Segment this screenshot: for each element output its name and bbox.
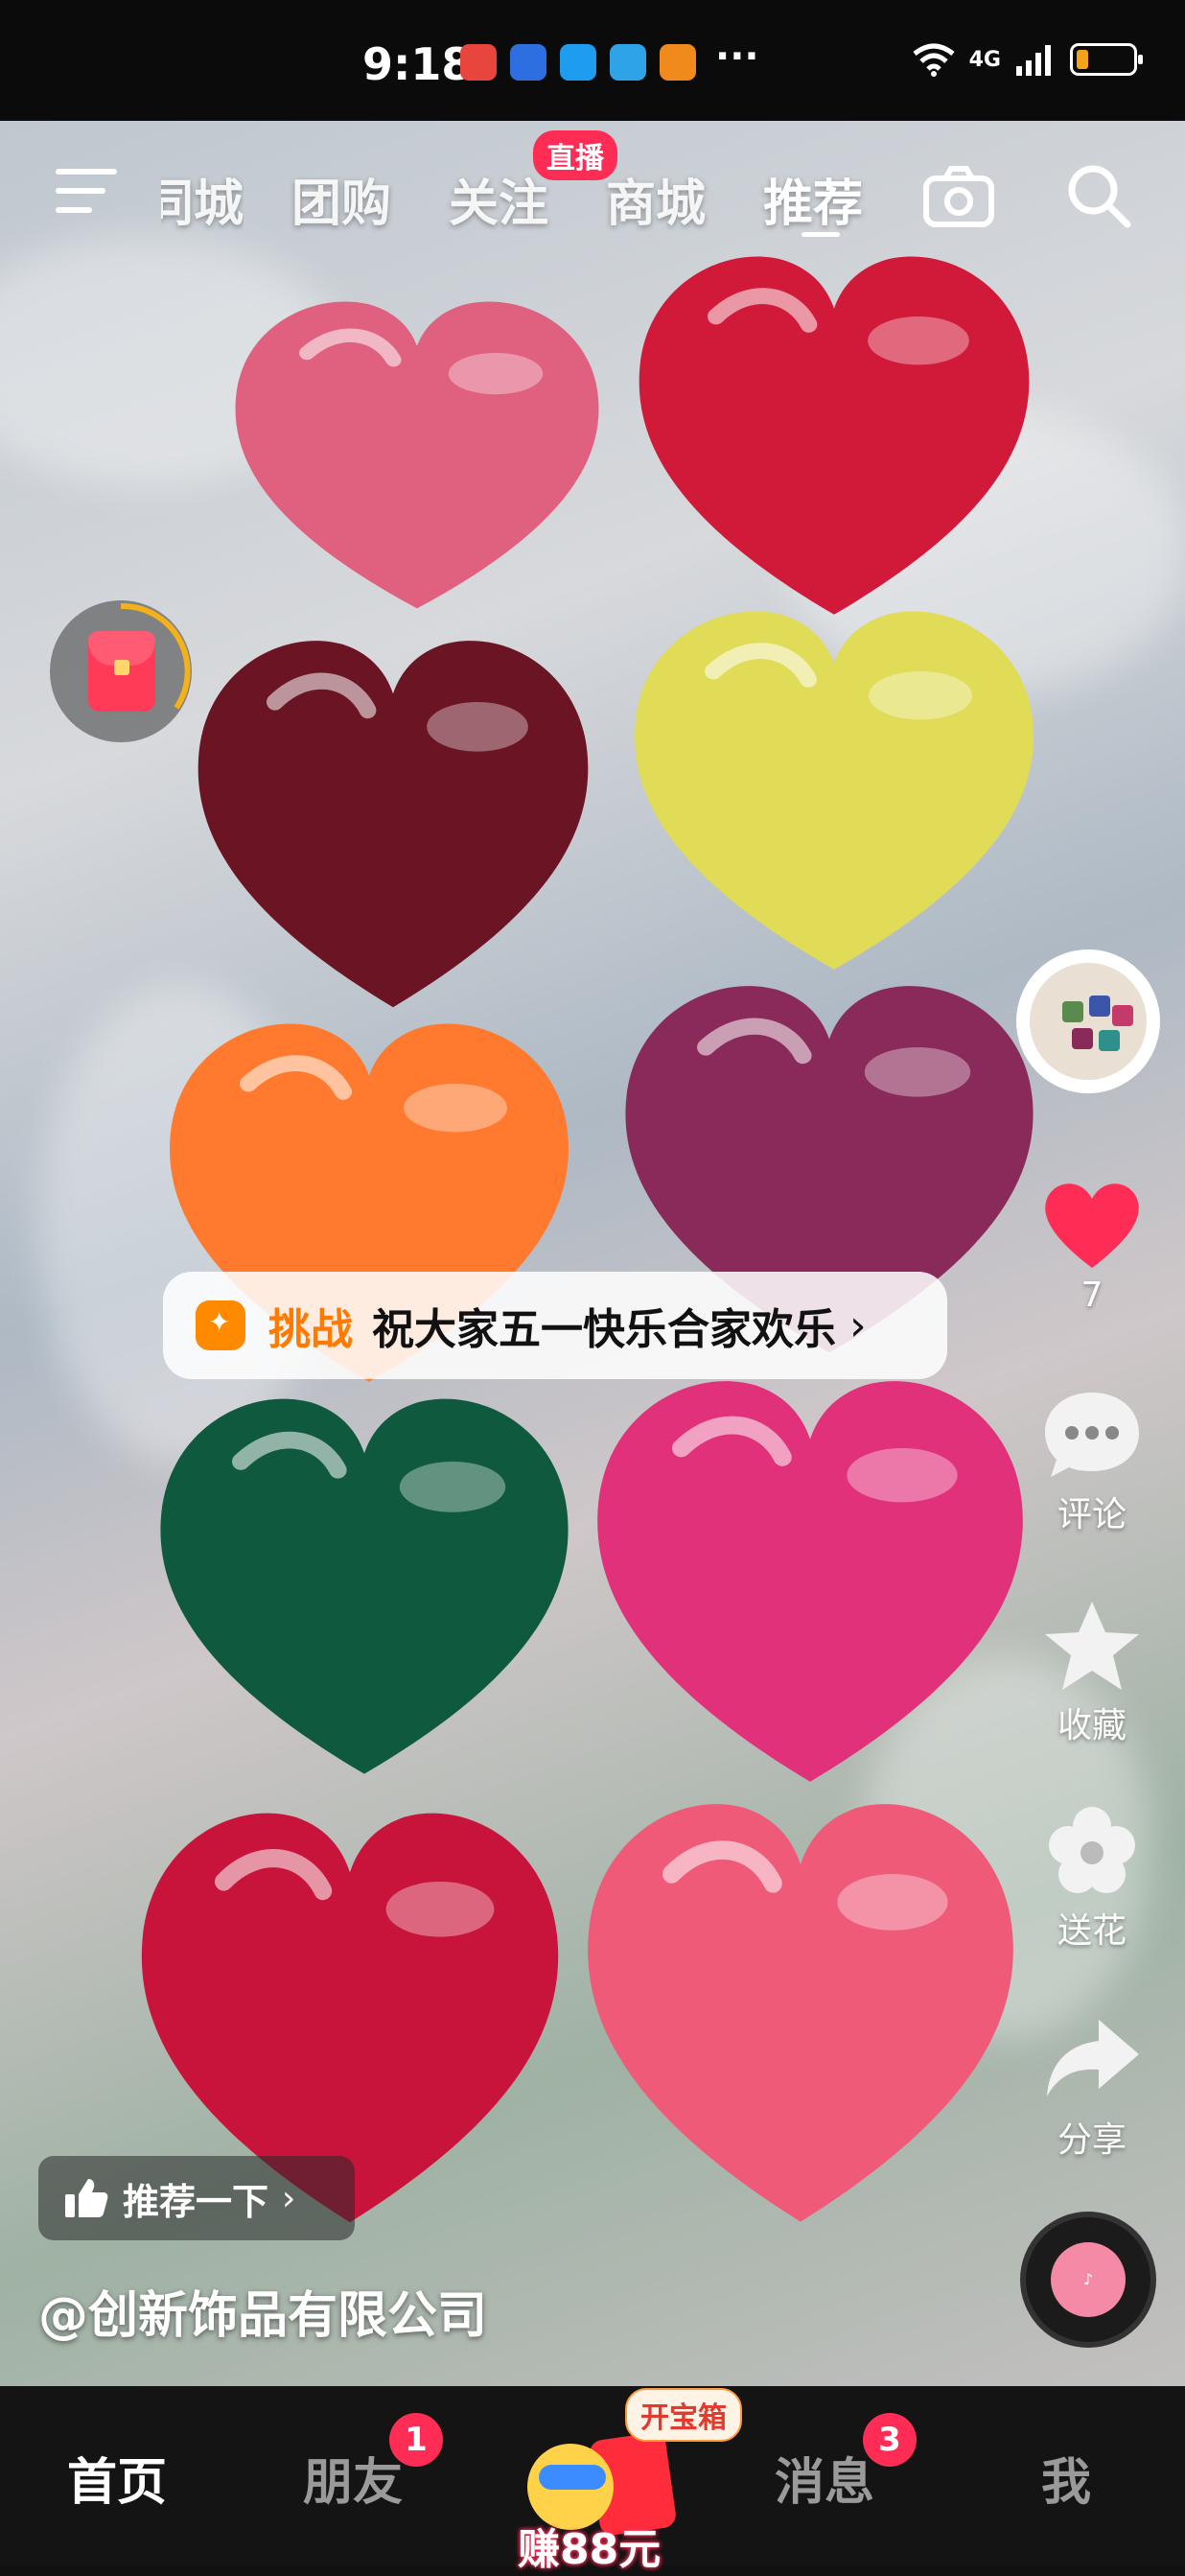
comment-icon (1045, 1393, 1139, 1477)
heart-ornament (580, 1358, 1040, 1809)
comment-button[interactable]: 评论 (1020, 1387, 1164, 1536)
recommend-label: 推荐一下 (123, 2180, 269, 2223)
status-more: ··· (715, 35, 759, 79)
status-bar: 9:18 ··· 4G (0, 0, 1185, 121)
author-avatar[interactable] (1016, 949, 1160, 1093)
camera-icon[interactable] (920, 157, 997, 234)
wifi-icon (913, 43, 955, 77)
flower-icon (1049, 1807, 1135, 1893)
heart-ornament (182, 620, 604, 1032)
open-treasure-tag: 开宝箱 (625, 2388, 742, 2442)
like-button[interactable]: 7 (1020, 1176, 1164, 1315)
music-disc[interactable]: ♪ (1020, 2212, 1156, 2348)
nav-home[interactable]: 首页 (67, 2442, 167, 2514)
nav-messages[interactable]: 消息 (775, 2442, 874, 2514)
heart-ornament (570, 1780, 1031, 2250)
notification-app-icon (660, 44, 696, 81)
recommend-button[interactable]: 推荐一下 › (38, 2156, 355, 2240)
notification-app-icon (510, 44, 546, 81)
notification-app-icon (610, 44, 646, 81)
author-name[interactable]: @创新饰品有限公司 (38, 2275, 487, 2347)
signal-icon (1016, 45, 1051, 76)
challenge-icon (196, 1300, 245, 1350)
thumbs-up-icon (65, 2179, 108, 2217)
heart-ornament (623, 236, 1045, 639)
heart-ornament (221, 284, 614, 629)
active-tab-indicator (802, 232, 840, 237)
nav-friends[interactable]: 朋友 (303, 2442, 403, 2514)
chevron-right-icon: › (849, 1300, 867, 1350)
tab-recommend[interactable]: 推荐 (763, 163, 863, 235)
heart-ornament (144, 1377, 585, 1799)
heart-ornament (618, 591, 1050, 994)
battery-icon (1070, 43, 1143, 76)
tab-following[interactable]: 关注 (449, 163, 548, 235)
live-badge: 直播 (533, 130, 617, 180)
video-content[interactable] (0, 121, 1185, 2386)
notification-app-icon (460, 44, 497, 81)
top-nav: 同城 团购 关注 直播 商城 推荐 (0, 130, 1185, 240)
heart-like-icon (1045, 1183, 1139, 1268)
favorite-button[interactable]: 收藏 (1020, 1598, 1164, 1747)
earn-label: 赚88元 (518, 2525, 662, 2574)
share-button[interactable]: 分享 (1020, 2012, 1164, 2162)
star-icon (1045, 1602, 1139, 1690)
challenge-tag: 挑战 (268, 1305, 353, 1354)
menu-icon[interactable] (56, 167, 117, 217)
challenge-banner[interactable]: 挑战 祝大家五一快乐合家欢乐 › (163, 1272, 947, 1379)
flower-label: 送花 (1057, 1911, 1127, 1951)
chevron-right-icon: › (282, 2178, 296, 2218)
friends-badge: 1 (389, 2413, 443, 2467)
status-app-icons (460, 44, 696, 81)
share-label: 分享 (1057, 2120, 1127, 2160)
earn-treasure-button[interactable]: 开宝箱 赚88元 (518, 2388, 742, 2574)
share-arrow-icon (1047, 2020, 1139, 2096)
like-count: 7 (1080, 1276, 1104, 1315)
comment-label: 评论 (1057, 1495, 1127, 1534)
music-cover-icon: ♪ (1051, 2242, 1126, 2317)
tab-local[interactable]: 同城 (161, 163, 244, 235)
search-icon[interactable] (1060, 157, 1137, 234)
challenge-title: 祝大家五一快乐合家欢乐 (372, 1305, 836, 1354)
flower-button[interactable]: 送花 (1020, 1803, 1164, 1953)
favorite-label: 收藏 (1057, 1706, 1127, 1745)
status-time: 9:18 (362, 38, 473, 90)
tab-mall[interactable]: 商城 (606, 163, 706, 235)
tab-group-buy[interactable]: 团购 (291, 163, 391, 235)
notification-app-icon (560, 44, 596, 81)
network-type: 4G (968, 47, 1001, 72)
nav-me[interactable]: 我 (1041, 2442, 1091, 2514)
red-packet-widget[interactable] (50, 600, 192, 742)
status-indicators: 4G (912, 42, 1143, 77)
messages-badge: 3 (863, 2413, 917, 2467)
